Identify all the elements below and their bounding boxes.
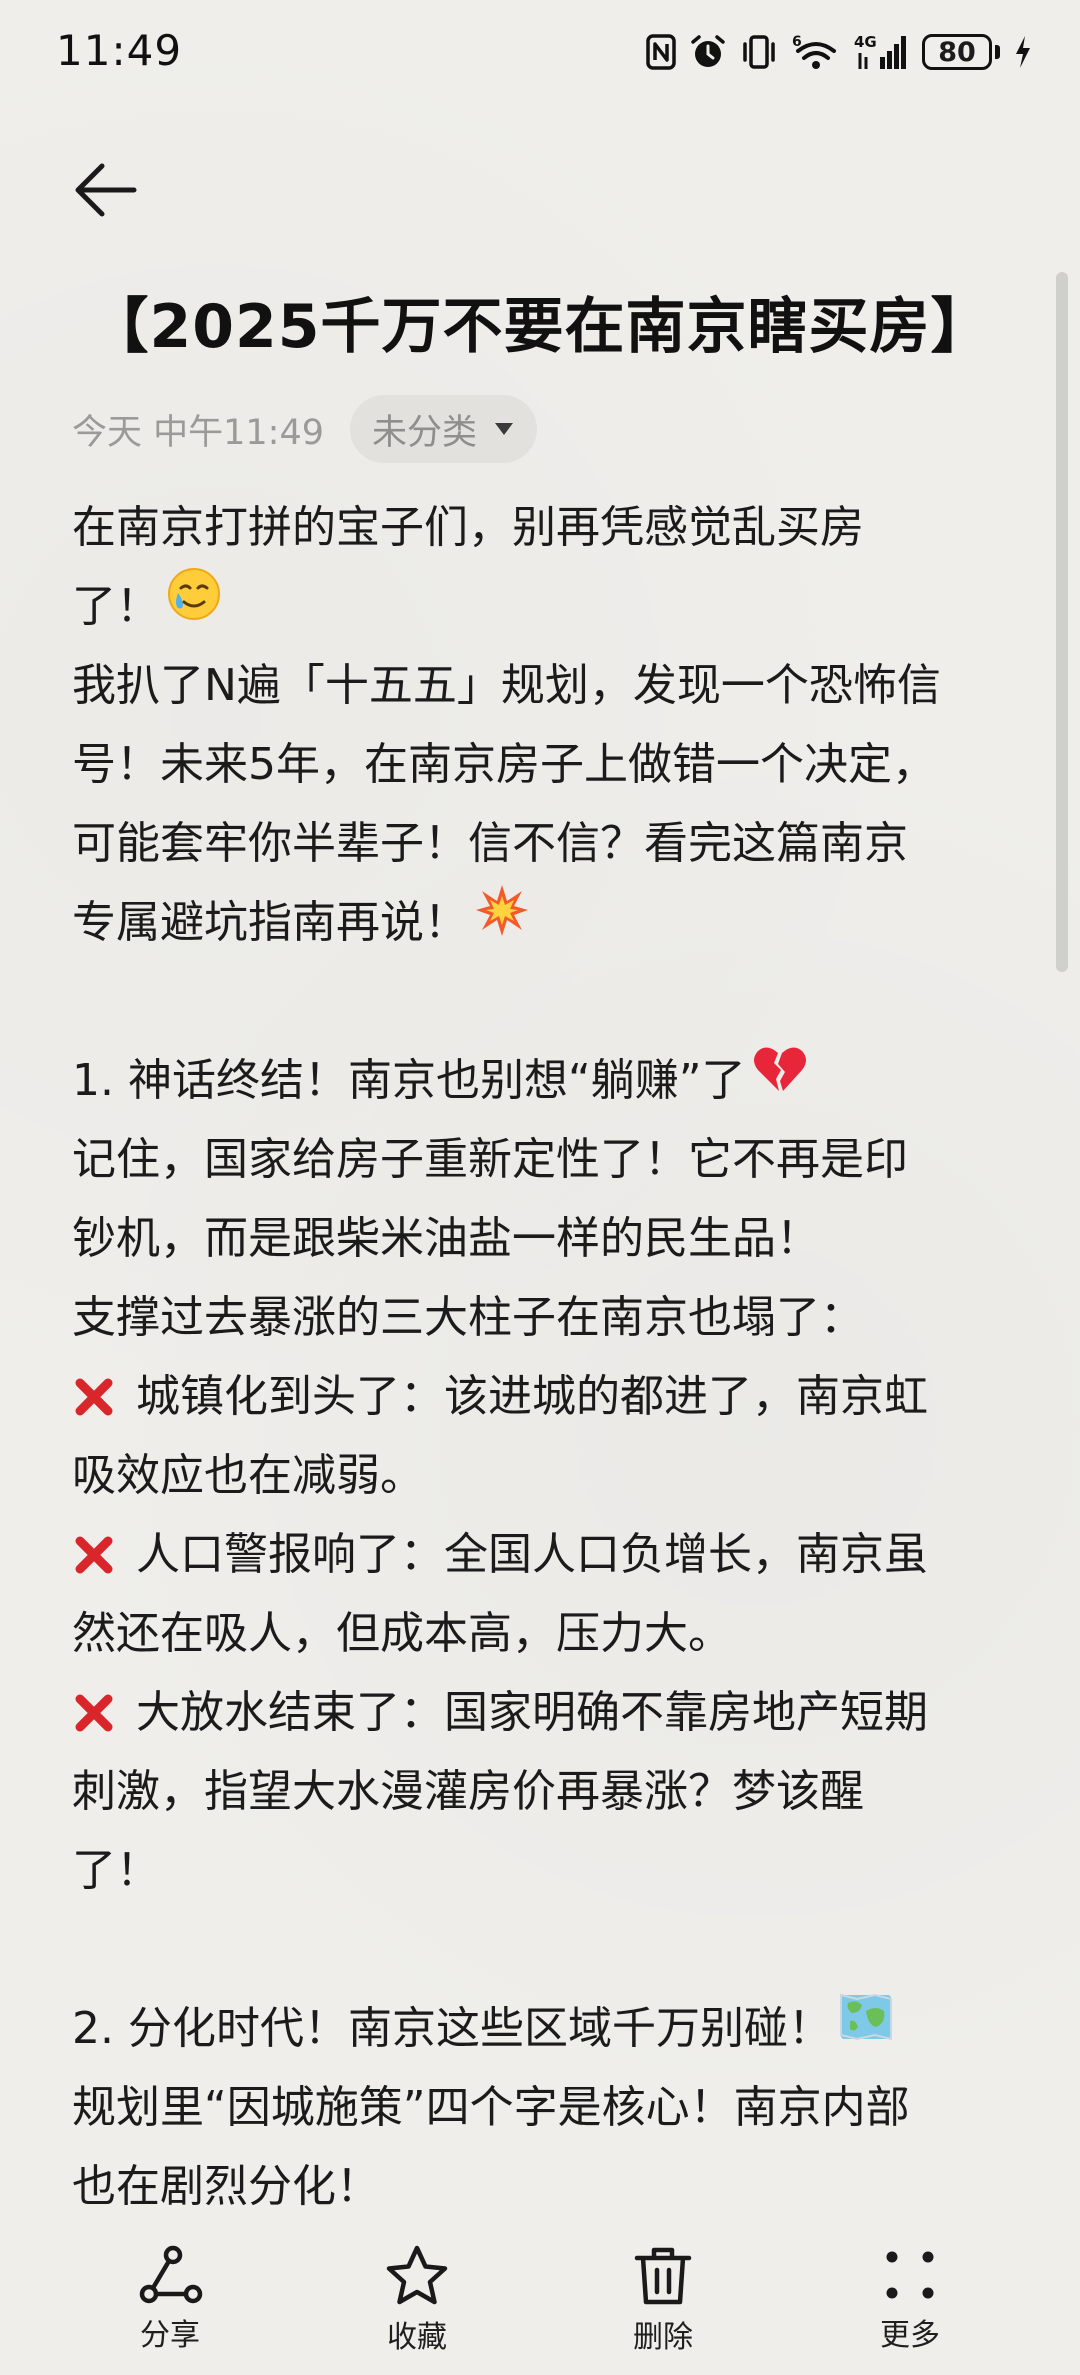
content-line: 吸效应也在减弱。: [72, 1436, 1012, 1515]
more-button[interactable]: 更多: [830, 2244, 990, 2354]
content-text: 在南京打拼的宝子们，别再凭感觉乱买房: [72, 502, 864, 553]
content-line: 大放水结束了：国家明确不靠房地产短期: [72, 1673, 1012, 1752]
content-text: 记住，国家给房子重新定性了！它不再是印: [72, 1134, 908, 1185]
content-text: 规划里“因城施策”四个字是核心！南京内部: [72, 2082, 910, 2133]
signal-4g-icon: 4G: [854, 32, 908, 72]
share-button[interactable]: 分享: [90, 2244, 250, 2354]
arrow-left-icon: [75, 163, 137, 217]
content-line: 记住，国家给房子重新定性了！它不再是印: [72, 1120, 1012, 1199]
category-dropdown[interactable]: 未分类: [350, 395, 538, 463]
share-label: 分享: [140, 2318, 200, 2353]
nfc-icon: [646, 32, 676, 72]
content-text: 1. 神话终结！南京也别想“躺赚”了: [72, 1055, 746, 1106]
content-text: 2. 分化时代！南京这些区域千万别碰！: [72, 2003, 832, 2054]
content-text: 我扒了N遍「十五五」规划，发现一个恐怖信: [72, 660, 941, 711]
content-line: 号！未来5年，在南京房子上做错一个决定，: [72, 725, 1012, 804]
status-icons: 6 4G 80: [646, 30, 1032, 74]
status-bar: 11:49 6 4G 80: [0, 0, 1080, 110]
red-cross-icon: [75, 1536, 113, 1573]
content-line: 人口警报响了：全国人口负增长，南京虽: [72, 1515, 1012, 1594]
bottom-toolbar: 分享 收藏 删除 更多: [0, 2218, 1080, 2375]
content-text: 大放水结束了：国家明确不靠房地产短期: [136, 1687, 928, 1738]
content-line: 了！: [72, 567, 1012, 646]
content-text: 支撑过去暴涨的三大柱子在南京也塌了：: [72, 1292, 864, 1343]
battery-icon: 80: [922, 34, 1000, 70]
content-text: 刺激，指望大水漫灌房价再暴涨？梦该醒: [72, 1766, 864, 1817]
note-title[interactable]: 【2025千万不要在南京瞎买房】: [0, 278, 1080, 365]
content-text: 人口警报响了：全国人口负增长，南京虽: [136, 1529, 928, 1580]
collision-emoji: [474, 882, 530, 963]
delete-button[interactable]: 删除: [583, 2244, 743, 2355]
content-text: 然还在吸人，但成本高，压力大。: [72, 1608, 732, 1659]
red-cross-icon: [75, 1694, 113, 1731]
content-text: 专属避坑指南再说！: [72, 897, 468, 948]
content-text: 了！: [72, 1845, 160, 1896]
content-text: 号！未来5年，在南京房子上做错一个决定，: [72, 739, 936, 790]
content-line: 在南京打拼的宝子们，别再凭感觉乱买房: [72, 488, 1012, 567]
battery-level: 80: [922, 34, 992, 70]
share-icon: [135, 2244, 205, 2306]
category-label: 未分类: [372, 412, 478, 453]
note-body[interactable]: 在南京打拼的宝子们，别再凭感觉乱买房 了！ 我扒了N遍「十五五」规划，发现一个恐怖信…: [72, 488, 1012, 2226]
triangle-down-icon: [495, 423, 514, 435]
content-line: 支撑过去暴涨的三大柱子在南京也塌了：: [72, 1278, 1012, 1357]
wifi-6-icon: 6: [792, 32, 840, 72]
more-label: 更多: [880, 2318, 940, 2353]
vibrate-icon: [740, 32, 778, 72]
broken-heart-emoji: [752, 1041, 808, 1120]
content-text: 了！: [72, 581, 160, 632]
content-line: 1. 神话终结！南京也别想“躺赚”了: [72, 1041, 1012, 1120]
content-line: 钞机，而是跟柴米油盐一样的民生品！: [72, 1199, 1012, 1278]
content-line: 了！: [72, 1831, 1012, 1910]
tearful-smile-emoji: [166, 566, 222, 647]
content-line: 可能套牢你半辈子！信不信？看完这篇南京: [72, 804, 1012, 883]
content-text: 城镇化到头了：该进城的都进了，南京虹: [136, 1371, 928, 1422]
world-map-emoji: [838, 1989, 894, 2068]
charging-icon: [1014, 32, 1032, 72]
red-cross-icon: [75, 1378, 113, 1415]
star-icon: [382, 2244, 452, 2308]
content-text: 也在剧烈分化！: [72, 2161, 380, 2212]
back-button[interactable]: [66, 150, 146, 230]
note-meta: 今天 中午11:49 未分类: [72, 394, 538, 464]
more-dots-icon: [875, 2244, 945, 2306]
content-line: 我扒了N遍「十五五」规划，发现一个恐怖信: [72, 646, 1012, 725]
content-line: 也在剧烈分化！: [72, 2147, 1012, 2226]
alarm-icon: [690, 32, 726, 72]
scrollbar[interactable]: [1056, 272, 1068, 972]
favorite-label: 收藏: [387, 2320, 447, 2355]
content-line: 城镇化到头了：该进城的都进了，南京虹: [72, 1357, 1012, 1436]
content-text: 吸效应也在减弱。: [72, 1450, 424, 1501]
trash-icon: [628, 2244, 698, 2308]
delete-label: 删除: [633, 2320, 693, 2355]
favorite-button[interactable]: 收藏: [337, 2244, 497, 2355]
note-timestamp: 今天 中午11:49: [72, 412, 324, 453]
content-text: 可能套牢你半辈子！信不信？看完这篇南京: [72, 818, 908, 869]
content-line: 2. 分化时代！南京这些区域千万别碰！: [72, 1989, 1012, 2068]
content-line: 然还在吸人，但成本高，压力大。: [72, 1594, 1012, 1673]
content-line: 专属避坑指南再说！: [72, 883, 1012, 962]
content-line: 刺激，指望大水漫灌房价再暴涨？梦该醒: [72, 1752, 1012, 1831]
network-label: 4G: [854, 33, 877, 51]
content-line: 规划里“因城施策”四个字是核心！南京内部: [72, 2068, 1012, 2147]
status-time: 11:49: [56, 26, 183, 75]
content-text: 钞机，而是跟柴米油盐一样的民生品！: [72, 1213, 820, 1264]
